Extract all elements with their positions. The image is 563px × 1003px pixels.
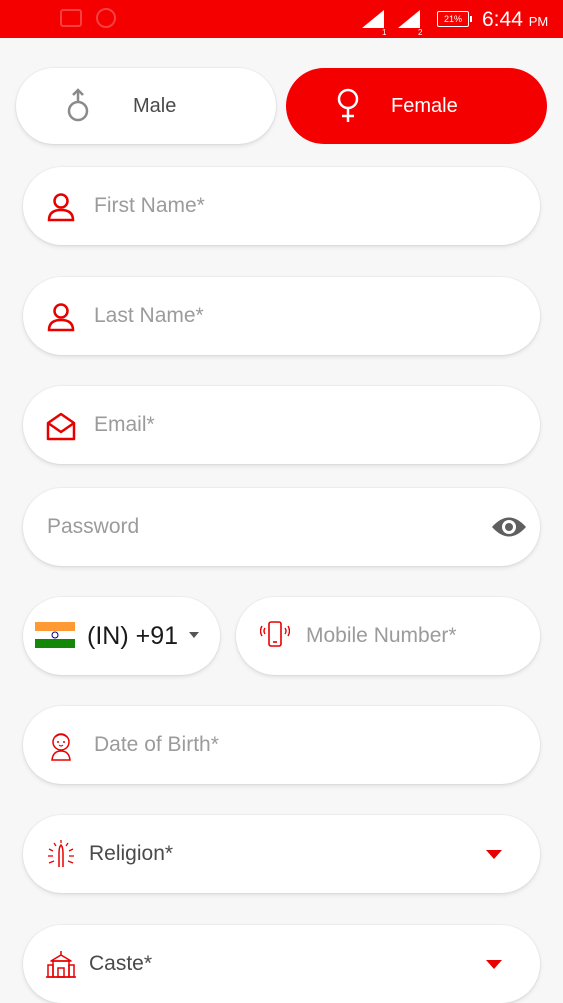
caste-dropdown[interactable]: Caste*: [23, 925, 540, 1003]
user-icon: [47, 303, 75, 332]
temple-icon: [46, 951, 76, 978]
mobile-number-field[interactable]: Mobile Number*: [236, 597, 540, 675]
male-symbol-icon: [67, 88, 89, 122]
gender-male-button[interactable]: Male: [16, 68, 276, 144]
mobile-number-input[interactable]: Mobile Number*: [306, 624, 457, 648]
date-of-birth-input[interactable]: Date of Birth*: [94, 733, 219, 757]
eye-icon[interactable]: [491, 514, 527, 540]
praying-hands-icon: [48, 840, 74, 867]
chevron-down-icon: [189, 632, 199, 638]
chevron-down-icon: [486, 850, 502, 859]
status-clock: 6:44 PM: [482, 8, 549, 31]
first-name-field[interactable]: First Name*: [23, 167, 540, 245]
mobile-phone-icon: [260, 621, 290, 647]
email-field[interactable]: Email*: [23, 386, 540, 464]
last-name-field[interactable]: Last Name*: [23, 277, 540, 355]
date-of-birth-field[interactable]: Date of Birth*: [23, 706, 540, 784]
gender-female-button[interactable]: Female: [286, 68, 547, 144]
gender-male-label: Male: [133, 95, 177, 117]
female-symbol-icon: [337, 88, 359, 122]
password-input[interactable]: Password: [47, 515, 139, 539]
country-code-value: (IN) +91: [87, 622, 179, 650]
battery-indicator: 21%: [437, 11, 472, 27]
email-input[interactable]: Email*: [94, 413, 155, 437]
gender-female-label: Female: [391, 95, 458, 117]
india-flag-icon: [35, 622, 75, 648]
signal-sim1-icon: 1: [362, 10, 386, 37]
user-icon: [47, 193, 75, 222]
baby-icon: [51, 733, 71, 761]
religion-dropdown[interactable]: Religion*: [23, 815, 540, 893]
signal-sim2-icon: 2: [398, 10, 422, 37]
country-code-selector[interactable]: (IN) +91: [23, 597, 220, 675]
religion-label: Religion*: [89, 842, 174, 865]
first-name-input[interactable]: First Name*: [94, 194, 205, 218]
envelope-open-icon: [46, 412, 76, 441]
password-field[interactable]: Password: [23, 488, 540, 566]
chevron-down-icon: [486, 960, 502, 969]
caste-label: Caste*: [89, 952, 153, 975]
last-name-input[interactable]: Last Name*: [94, 304, 204, 328]
notification-icon: [96, 8, 116, 28]
notification-icon: [60, 9, 82, 27]
status-bar: 1 2 21% 6:44 PM: [0, 0, 563, 38]
